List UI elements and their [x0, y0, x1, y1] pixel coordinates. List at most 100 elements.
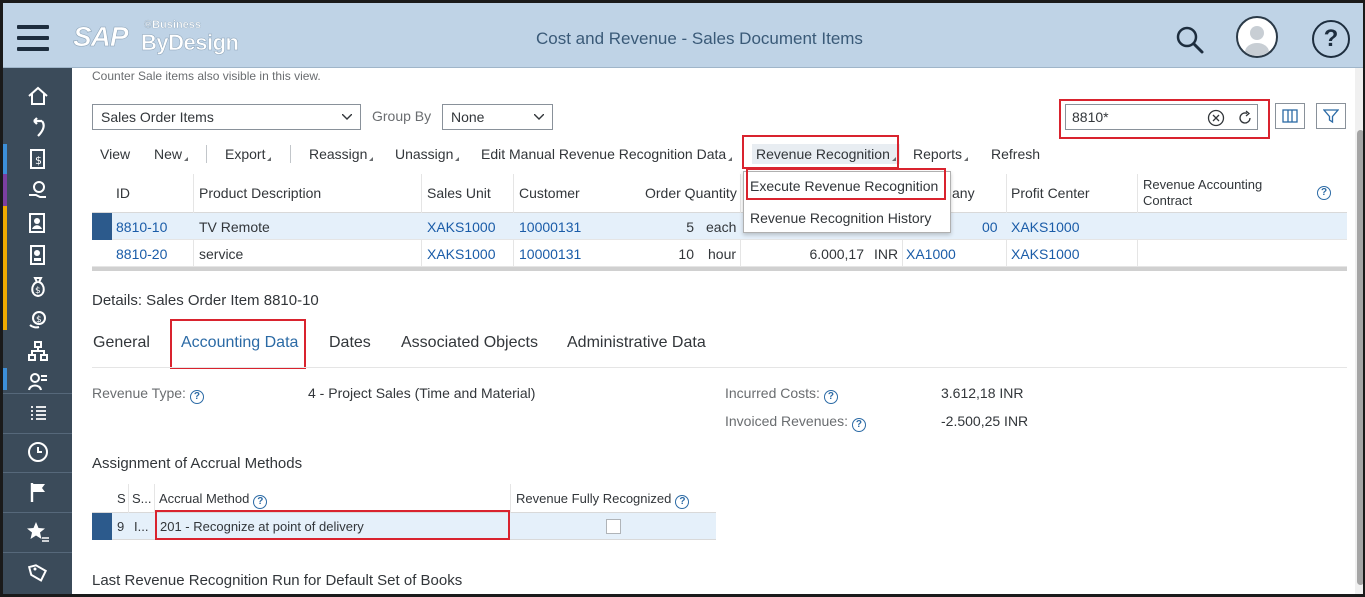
tab-associated-objects[interactable]: Associated Objects — [401, 334, 538, 352]
row-selection-marker[interactable] — [92, 213, 112, 240]
sidebar-item-coin-flow[interactable]: $ — [3, 305, 72, 333]
row-sales-unit-link[interactable]: XAKS1000 — [427, 219, 496, 235]
tags-icon — [27, 564, 47, 582]
help-icon[interactable]: ? — [675, 495, 690, 509]
row-customer-link[interactable]: 10000131 — [519, 246, 581, 262]
help-icon[interactable]: ? — [823, 390, 838, 404]
person-document-icon — [28, 213, 45, 233]
sidebar-item-person-list[interactable] — [3, 368, 72, 392]
accrual-table-row[interactable]: 9 I... 201 - Recognize at point of deliv… — [92, 513, 716, 540]
column-header-sales-unit[interactable]: Sales Unit — [427, 185, 491, 201]
export-menu-label: Export — [225, 146, 266, 162]
refresh-button[interactable]: Refresh — [991, 146, 1040, 162]
sidebar-item-document-money[interactable]: $ — [3, 145, 72, 173]
sidebar-item-star-list[interactable] — [3, 517, 72, 547]
unassign-menu-button[interactable]: Unassign — [395, 146, 460, 162]
clock-icon — [27, 442, 48, 462]
view-button[interactable]: View — [100, 146, 130, 162]
group-by-select[interactable]: None — [442, 104, 553, 130]
clear-icon[interactable] — [1207, 109, 1225, 127]
row-profit-center-link[interactable]: XAKS1000 — [1011, 246, 1080, 262]
hamburger-menu-icon[interactable] — [17, 25, 49, 51]
svg-text:$: $ — [36, 315, 42, 325]
export-menu-button[interactable]: Export — [225, 146, 272, 162]
sidebar-item-home[interactable] — [3, 82, 72, 110]
column-header-id[interactable]: ID — [116, 185, 130, 201]
help-icon[interactable]: ? — [1317, 186, 1331, 200]
search-field[interactable] — [1065, 104, 1258, 130]
accrual-section-title: Assignment of Accrual Methods — [92, 455, 303, 472]
column-header-s2[interactable]: S... — [132, 491, 152, 506]
help-icon[interactable]: ? — [253, 495, 268, 509]
tab-accounting-data[interactable]: Accounting Data — [181, 334, 298, 352]
flag-icon — [30, 483, 45, 502]
accrual-table-header: S S... Accrual Method? Revenue Fully Rec… — [92, 484, 716, 513]
search-icon[interactable] — [1175, 25, 1205, 55]
page-title: Cost and Revenue - Sales Document Items — [536, 29, 863, 48]
reassign-menu-label: Reassign — [309, 146, 368, 162]
sidebar-item-list[interactable] — [3, 398, 72, 428]
sidebar-item-clock[interactable] — [3, 437, 72, 467]
incurred-costs-label-text: Incurred Costs: — [725, 385, 820, 401]
sidebar-item-tags[interactable] — [3, 558, 72, 588]
reports-menu-button[interactable]: Reports — [913, 146, 969, 162]
row-customer-link[interactable]: 10000131 — [519, 219, 581, 235]
column-header-accrual-method[interactable]: Accrual Method? — [159, 491, 268, 509]
new-menu-button[interactable]: New — [154, 146, 189, 162]
sidebar-item-refresh[interactable] — [3, 114, 72, 142]
column-header-s1[interactable]: S — [117, 491, 126, 506]
sidebar-item-flag[interactable] — [3, 477, 72, 507]
refresh-icon[interactable] — [1236, 109, 1254, 127]
column-header-profit-center[interactable]: Profit Center — [1011, 185, 1090, 201]
revenue-recognition-menu-button[interactable]: Revenue Recognition — [752, 144, 900, 164]
column-header-product[interactable]: Product Description — [199, 185, 321, 201]
table-row[interactable]: 8810-20 service XAKS1000 10000131 10 hou… — [92, 240, 1347, 267]
revenue-recognition-history-item[interactable]: Revenue Recognition History — [750, 210, 931, 226]
table-row[interactable]: 8810-10 TV Remote XAKS1000 10000131 5 ea… — [92, 213, 1347, 240]
column-header-order-quantity[interactable]: Order Quantity — [645, 185, 737, 201]
revenue-type-value: 4 - Project Sales (Time and Material) — [308, 385, 536, 401]
help-icon[interactable]: ? — [189, 390, 204, 404]
help-icon[interactable]: ? — [1312, 20, 1350, 58]
logo-bydesign-text: ByDesign — [141, 30, 239, 56]
edit-manual-revenue-button[interactable]: Edit Manual Revenue Recognition Data — [481, 146, 733, 162]
row-selection-marker[interactable] — [92, 513, 112, 540]
column-header-revenue-contract-line1[interactable]: Revenue Accounting — [1143, 177, 1262, 192]
column-header-customer[interactable]: Customer — [519, 185, 580, 201]
sidebar-divider — [3, 552, 72, 553]
sidebar-item-org-chart[interactable] — [3, 337, 72, 365]
reassign-menu-button[interactable]: Reassign — [309, 146, 374, 162]
row-sales-unit-link[interactable]: XAKS1000 — [427, 246, 496, 262]
sidebar-item-contact-card[interactable] — [3, 241, 72, 269]
help-icon[interactable]: ? — [851, 418, 866, 432]
column-header-fully-recognized[interactable]: Revenue Fully Recognized? — [516, 491, 690, 509]
column-header-revenue-contract-line2[interactable]: Contract — [1143, 193, 1192, 208]
execute-revenue-recognition-item[interactable]: Execute Revenue Recognition — [750, 178, 938, 194]
sidebar-item-hand-coin[interactable] — [3, 177, 72, 205]
filter-button[interactable] — [1316, 103, 1346, 129]
row-id-link[interactable]: 8810-20 — [116, 246, 167, 262]
view-select[interactable]: Sales Order Items — [92, 104, 361, 130]
tab-administrative-data[interactable]: Administrative Data — [567, 334, 706, 352]
tab-general[interactable]: General — [93, 334, 150, 352]
sidebar-item-person-document[interactable] — [3, 209, 72, 237]
sidebar-item-money-bag[interactable]: $ — [3, 273, 72, 301]
row-company-link[interactable]: XA1000 — [906, 246, 956, 262]
column-header-company[interactable]: any — [952, 185, 975, 201]
scrollbar-thumb[interactable] — [1357, 130, 1363, 585]
row-id-link[interactable]: 8810-10 — [116, 219, 167, 235]
search-input[interactable] — [1072, 108, 1192, 126]
vertical-scrollbar[interactable] — [1355, 68, 1363, 594]
fully-recognized-checkbox[interactable] — [606, 519, 621, 534]
table-horizontal-scrollbar[interactable] — [92, 267, 1347, 271]
table-header: ID Product Description Sales Unit Custom… — [92, 174, 1347, 213]
row-company-link[interactable]: 00 — [982, 219, 998, 235]
person-list-icon — [27, 373, 47, 391]
row-profit-center-link[interactable]: XAKS1000 — [1011, 219, 1080, 235]
user-avatar[interactable] — [1236, 16, 1278, 58]
row-product: TV Remote — [199, 219, 270, 235]
tab-dates[interactable]: Dates — [329, 334, 371, 352]
column-settings-button[interactable] — [1275, 103, 1305, 129]
columns-icon — [1282, 109, 1298, 123]
row-quantity: 5 — [686, 219, 694, 235]
